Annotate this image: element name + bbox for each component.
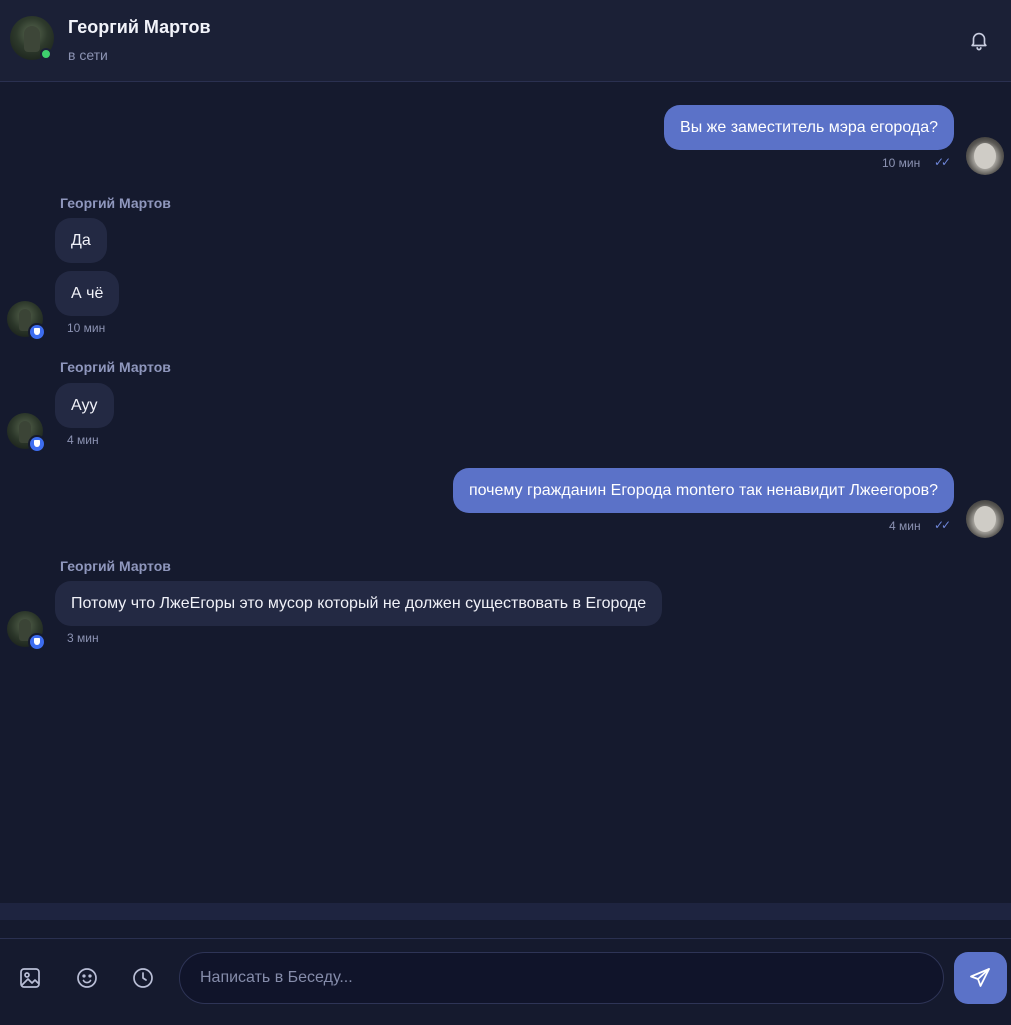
message-time: 10 мин (67, 321, 106, 335)
incoming-message[interactable]: А чё (55, 271, 120, 316)
composer-divider (0, 903, 1011, 920)
shield-badge-icon (28, 633, 46, 651)
message-list[interactable]: Вы же заместитель мэра егорода? 10 мин ✓… (0, 83, 1011, 903)
message-time: 4 мин (889, 519, 921, 533)
double-check-icon: ✓✓ (934, 518, 951, 532)
incoming-message[interactable]: Да (55, 218, 107, 263)
bell-icon[interactable] (968, 29, 990, 51)
self-avatar[interactable] (966, 137, 1004, 175)
message-composer (0, 938, 1011, 1025)
shield-badge-icon (28, 435, 46, 453)
emoji-icon[interactable] (75, 966, 99, 990)
sender-name[interactable]: Георгий Мартов (60, 195, 171, 211)
sender-name[interactable]: Георгий Мартов (60, 359, 171, 375)
self-avatar[interactable] (966, 500, 1004, 538)
send-icon (970, 968, 990, 987)
incoming-message[interactable]: Ауу (55, 383, 114, 428)
contact-status: в сети (68, 47, 108, 63)
online-indicator (40, 48, 52, 60)
message-time: 4 мин (67, 433, 99, 447)
double-check-icon: ✓✓ (934, 155, 951, 169)
message-time: 3 мин (67, 631, 99, 645)
sender-name[interactable]: Георгий Мартов (60, 558, 171, 574)
message-input[interactable] (179, 952, 944, 1004)
clock-icon[interactable] (131, 966, 155, 990)
outgoing-message[interactable]: почему гражданин Егорода montero так нен… (452, 468, 954, 513)
image-icon[interactable] (18, 966, 42, 990)
incoming-message[interactable]: Потому что ЛжеЕгоры это мусор который не… (55, 581, 663, 626)
outgoing-message[interactable]: Вы же заместитель мэра егорода? (664, 105, 954, 150)
chat-header: Георгий Мартов в сети (0, 0, 1011, 82)
message-time: 10 мин (882, 156, 921, 170)
shield-badge-icon (28, 323, 46, 341)
chat-window: Георгий Мартов в сети Вы же заместитель … (0, 0, 1011, 1025)
contact-name[interactable]: Георгий Мартов (68, 17, 211, 38)
send-button[interactable] (954, 952, 1007, 1004)
